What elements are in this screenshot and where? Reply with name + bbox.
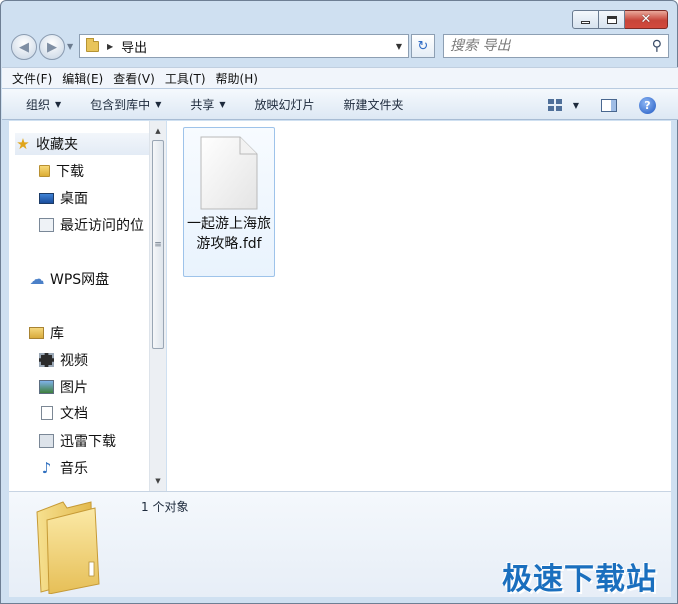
video-icon: [39, 353, 54, 367]
scroll-up-icon[interactable]: ▲: [150, 123, 166, 139]
folder-icon: [36, 501, 100, 594]
slideshow-label: 放映幻灯片: [254, 97, 315, 112]
file-name: 一起游上海旅游攻略.fdf: [187, 216, 271, 252]
nav-item-label: 库: [50, 326, 64, 342]
close-icon: ✕: [640, 12, 652, 27]
include-library-button[interactable]: 包含到库中 ▼: [90, 96, 161, 113]
star-icon: ★: [16, 135, 30, 153]
download-folder-icon: [39, 434, 54, 448]
file-list: 一起游上海旅游攻略.fdf: [167, 121, 671, 491]
nav-item-label: 最近访问的位: [60, 218, 144, 234]
command-bar: 组织 ▼ 包含到库中 ▼ 共享 ▼ 放映幻灯片 新建文件夹 ▼ ?: [2, 88, 678, 120]
blank-document-icon: [200, 136, 258, 210]
maximize-icon: [606, 15, 617, 24]
include-library-label: 包含到库中: [90, 97, 151, 112]
minimize-button[interactable]: [572, 10, 599, 29]
details-pane: 1 个对象 极速下载站: [9, 491, 671, 597]
nav-item-label: 桌面: [60, 191, 88, 207]
arrow-right-icon: ▶: [47, 39, 57, 55]
address-bar[interactable]: ▶ 导出 ▼: [79, 34, 409, 58]
close-button[interactable]: ✕: [625, 10, 668, 29]
new-folder-label: 新建文件夹: [343, 97, 404, 112]
change-view-button[interactable]: ▼: [547, 99, 579, 111]
chevron-down-icon: ▼: [55, 99, 62, 109]
nav-item-label: 文档: [60, 406, 88, 422]
chevron-down-icon: ▼: [572, 100, 579, 110]
file-item[interactable]: 一起游上海旅游攻略.fdf: [183, 127, 275, 277]
item-count: 1 个对象: [141, 500, 189, 514]
desktop-icon: [39, 192, 54, 204]
command-bar-right: ▼ ?: [547, 89, 678, 121]
nav-item-label: WPS网盘: [50, 272, 110, 288]
menu-file[interactable]: 文件(F): [12, 70, 52, 87]
nav-item-videos[interactable]: 视频: [39, 349, 88, 371]
address-dropdown-icon[interactable]: ▼: [396, 42, 402, 51]
nav-item-documents[interactable]: 文档: [39, 402, 88, 424]
organize-label: 组织: [26, 97, 51, 112]
chevron-down-icon: ▼: [219, 99, 226, 109]
cloud-icon: ☁: [29, 270, 45, 288]
watermark-logo: 极速下载站: [502, 562, 657, 597]
nav-item-label: 图片: [60, 380, 88, 396]
refresh-icon: ↻: [417, 38, 429, 54]
music-note-icon: ♪: [41, 459, 52, 477]
nav-item-recent[interactable]: 最近访问的位: [39, 214, 144, 236]
recent-places-icon: [39, 218, 54, 232]
menu-tools[interactable]: 工具(T): [165, 70, 206, 87]
help-icon[interactable]: ?: [639, 96, 656, 114]
share-label: 共享: [190, 97, 215, 112]
scroll-down-icon[interactable]: ▼: [150, 473, 166, 489]
menu-bar: 文件(F) 编辑(E) 查看(V) 工具(T) 帮助(H): [2, 67, 678, 88]
nav-item-favorites[interactable]: ★ 收藏夹: [15, 133, 153, 155]
view-grid-icon: [547, 99, 562, 111]
nav-item-xunlei[interactable]: 迅雷下载: [39, 430, 116, 452]
nav-item-downloads[interactable]: 下载: [39, 160, 84, 182]
explorer-window: ✕ ◀ ▶ ▼ ▶ 导出 ▼ ↻ ⚲ 文件(F) 编辑(E) 查看(V) 工具(…: [0, 0, 678, 604]
scrollbar-thumb[interactable]: ≡: [152, 140, 164, 349]
address-path[interactable]: 导出: [121, 37, 147, 56]
slideshow-button[interactable]: 放映幻灯片: [255, 96, 315, 113]
navigation-pane: ★ 收藏夹 下载 桌面 最近访问的位 ☁ WPS网盘 库 视频 图片 文档 迅雷…: [9, 121, 166, 491]
forward-button[interactable]: ▶: [39, 34, 65, 60]
picture-icon: [39, 380, 54, 394]
folder-icon: [86, 37, 99, 52]
chevron-down-icon: ▼: [155, 99, 162, 109]
organize-button[interactable]: 组织 ▼: [26, 96, 61, 113]
nav-item-label: 迅雷下载: [60, 434, 116, 450]
menu-edit[interactable]: 编辑(E): [62, 70, 103, 87]
minimize-icon: [581, 21, 590, 24]
breadcrumb-chevron-icon[interactable]: ▶: [107, 42, 113, 51]
search-box[interactable]: ⚲: [443, 34, 669, 58]
nav-item-label: 音乐: [60, 461, 88, 477]
maximize-button[interactable]: [599, 10, 625, 29]
search-icon[interactable]: ⚲: [652, 38, 662, 54]
nav-item-label: 视频: [60, 353, 88, 369]
nav-item-label: 下载: [56, 164, 84, 180]
nav-item-wps-cloud[interactable]: ☁ WPS网盘: [29, 268, 110, 290]
menu-help[interactable]: 帮助(H): [216, 70, 258, 87]
refresh-button[interactable]: ↻: [411, 34, 435, 58]
folder-icon: [39, 165, 50, 177]
search-input[interactable]: [450, 38, 652, 54]
nav-item-label: 收藏夹: [36, 137, 78, 153]
nav-item-pictures[interactable]: 图片: [39, 376, 88, 398]
menu-view[interactable]: 查看(V): [113, 70, 155, 87]
share-button[interactable]: 共享 ▼: [190, 96, 225, 113]
nav-item-library[interactable]: 库: [29, 322, 64, 344]
recent-pages-dropdown[interactable]: ▼: [67, 42, 73, 51]
nav-item-desktop[interactable]: 桌面: [39, 187, 88, 209]
preview-pane-icon[interactable]: [601, 98, 617, 112]
nav-pane-scrollbar[interactable]: ▲ ≡ ▼: [149, 121, 166, 491]
new-folder-button[interactable]: 新建文件夹: [344, 96, 404, 113]
library-icon: [29, 327, 44, 339]
back-button[interactable]: ◀: [11, 34, 37, 60]
caption-buttons: ✕: [572, 10, 668, 29]
document-icon: [41, 406, 53, 420]
arrow-left-icon: ◀: [19, 39, 29, 55]
nav-item-music[interactable]: ♪ 音乐: [39, 457, 88, 479]
